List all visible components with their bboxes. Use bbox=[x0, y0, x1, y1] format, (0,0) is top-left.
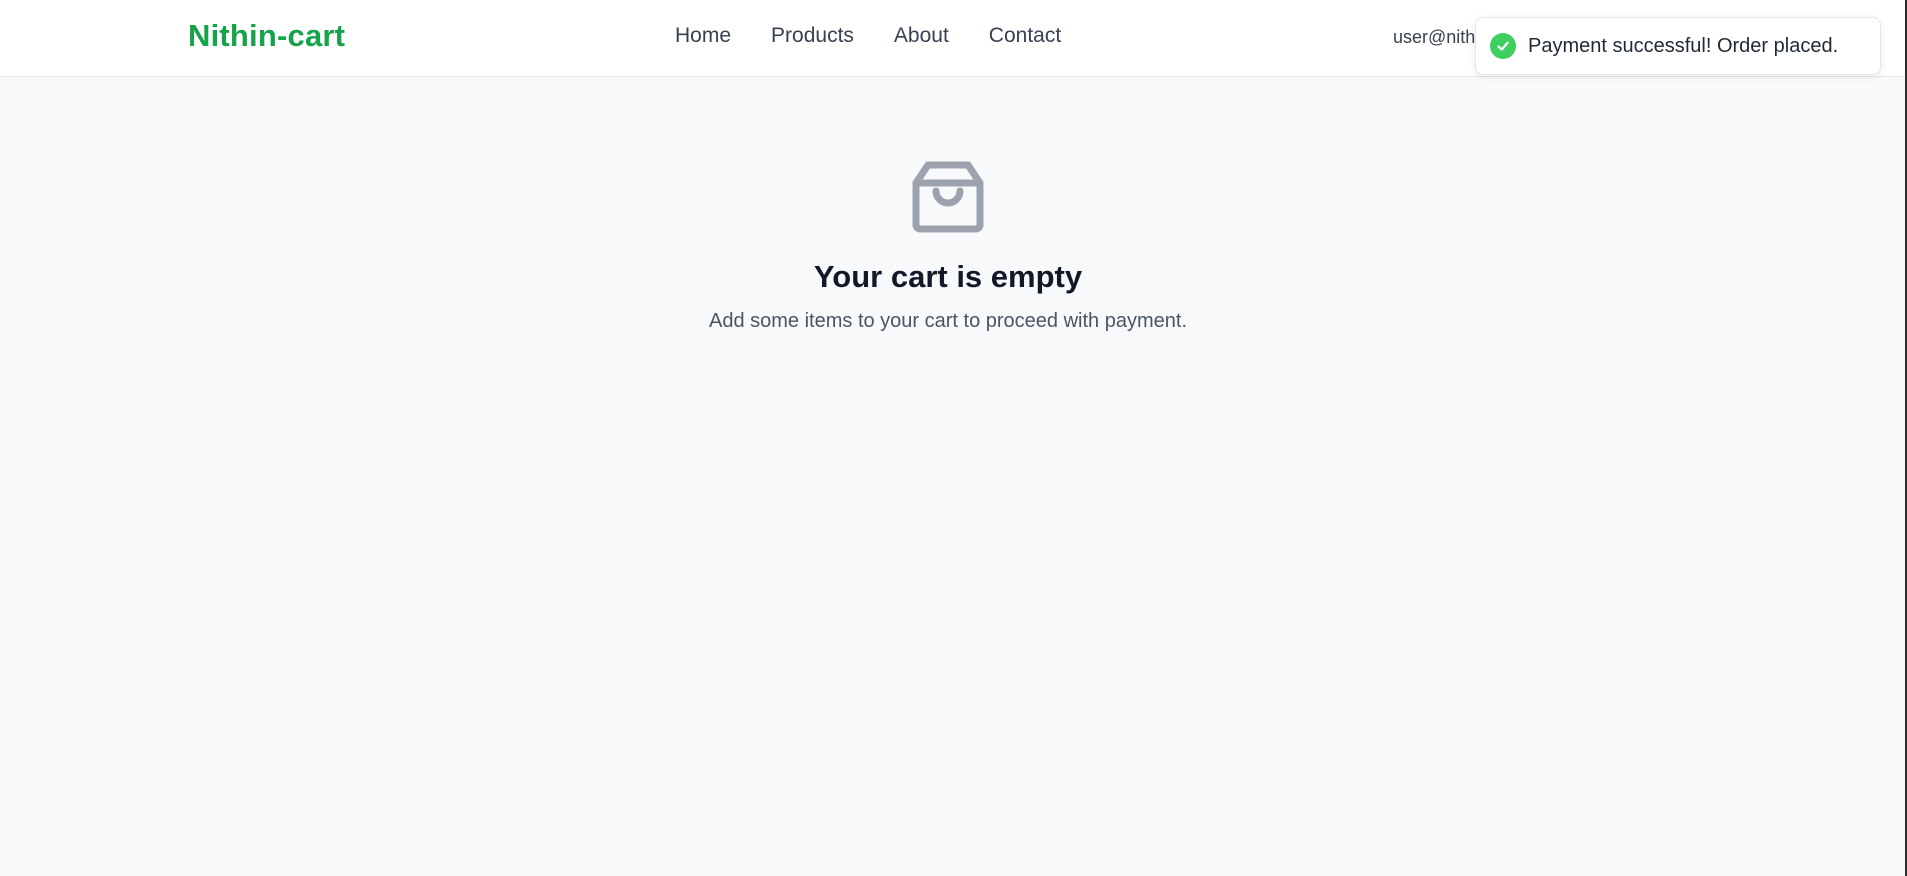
brand-logo[interactable]: Nithin-cart bbox=[188, 18, 345, 54]
user-email[interactable]: user@nith bbox=[1393, 27, 1475, 48]
cart-page: Your cart is empty Add some items to you… bbox=[0, 77, 1907, 876]
nav-link-products[interactable]: Products bbox=[771, 24, 854, 48]
check-mark-icon bbox=[1497, 41, 1509, 51]
nav-link-contact[interactable]: Contact bbox=[989, 24, 1061, 48]
empty-cart-title: Your cart is empty bbox=[813, 259, 1083, 294]
check-circle-icon bbox=[1490, 33, 1516, 59]
toast-message: Payment successful! Order placed. bbox=[1528, 34, 1839, 57]
shopping-bag-icon bbox=[912, 161, 984, 233]
nav-link-home[interactable]: Home bbox=[675, 24, 731, 48]
nav-link-about[interactable]: About bbox=[894, 24, 949, 48]
empty-cart-subtitle: Add some items to your cart to proceed w… bbox=[709, 310, 1187, 332]
nav-links: Home Products About Contact bbox=[675, 24, 1061, 48]
success-toast[interactable]: Payment successful! Order placed. bbox=[1475, 17, 1881, 75]
